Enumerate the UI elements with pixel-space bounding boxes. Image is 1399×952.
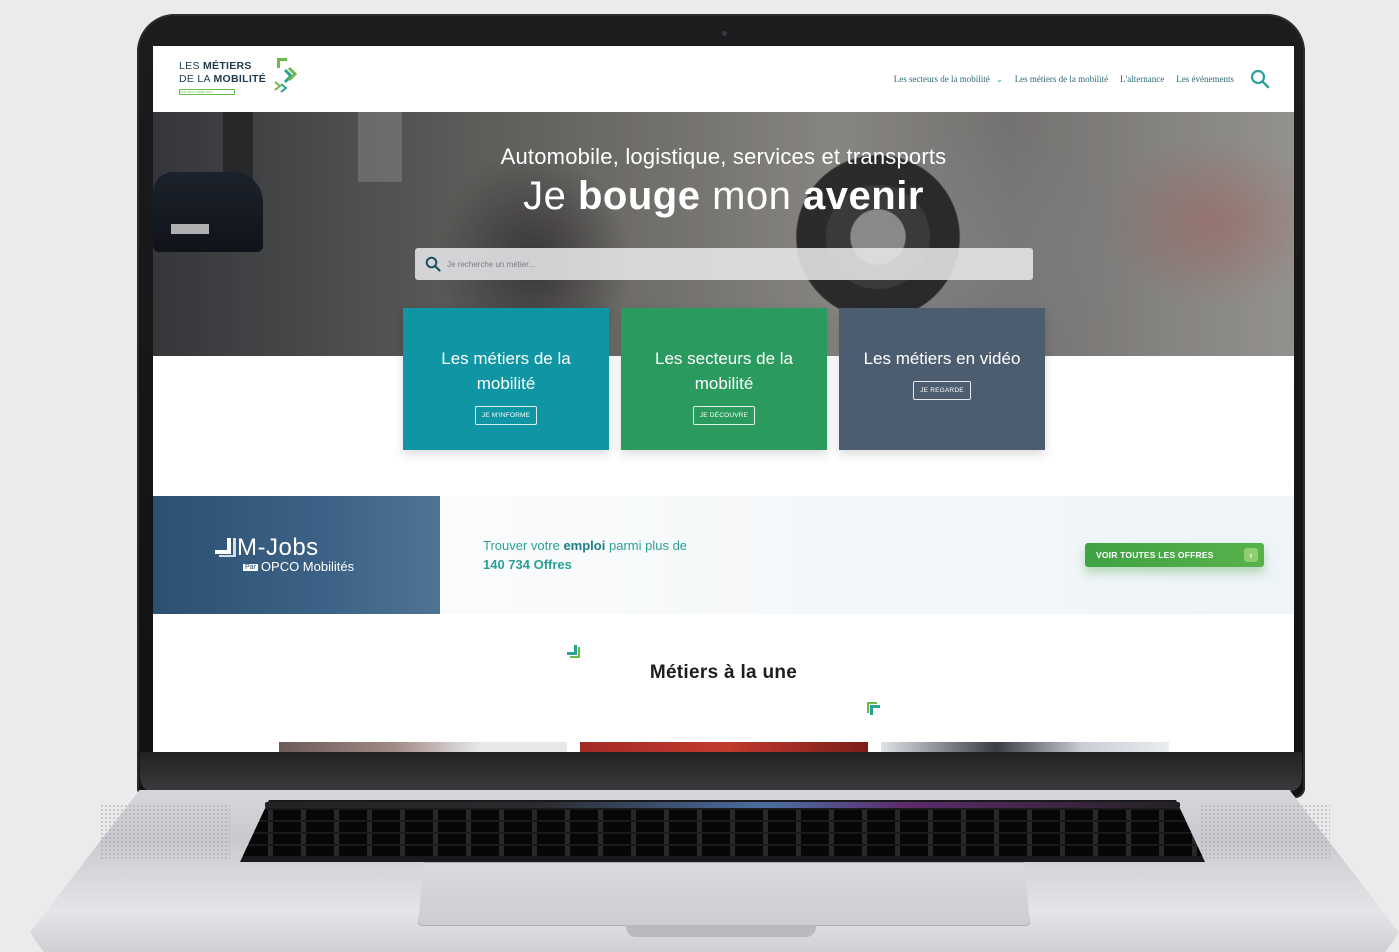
logo-text-bold-2: MOBILITÉ [213, 73, 267, 85]
camera-icon [722, 31, 727, 36]
nav-item-label: Les secteurs de la mobilité [893, 74, 990, 84]
chevron-down-icon: ⌄ [995, 75, 1003, 84]
featured-thumb[interactable] [881, 742, 1169, 752]
mjobs-name: M-Jobs [237, 534, 319, 561]
corner-bracket-icon [867, 702, 880, 715]
speaker-grille-right [1200, 804, 1330, 860]
card-title: Les secteurs de la mobilité [655, 349, 793, 393]
nav-item-evenements[interactable]: Les événements [1176, 74, 1234, 84]
logo-text-bold: MÉTIERS [202, 60, 252, 72]
job-search-bar [415, 248, 1033, 280]
mjobs-text: Trouver votre emploi parmi plus de 140 7… [483, 538, 688, 572]
laptop-lip [626, 925, 816, 937]
card-button-informe[interactable]: JE M'INFORME [474, 406, 538, 425]
card-secteurs[interactable]: Les secteurs de la mobilité JE DÉCOUVRE [621, 308, 827, 450]
mjobs-logo: M-Jobs Par OPCO Mobilités [213, 534, 354, 574]
logo-text-prefix: LES [179, 60, 200, 72]
nav-item-metiers[interactable]: Les métiers de la mobilité [1015, 74, 1108, 84]
search-icon[interactable] [1250, 69, 1270, 89]
hero-title: Je bouge mon avenir [523, 174, 924, 218]
site-header: LES MÉTIERS DE LA MOBILITÉ PAR OPCO MOBI… [153, 46, 1294, 112]
card-button-regarde[interactable]: JE REGARDE [913, 381, 971, 400]
category-cards: Les métiers de la mobilité JE M'INFORME … [403, 308, 1047, 450]
nav-item-secteurs[interactable]: Les secteurs de la mobilité ⌄ [894, 74, 1003, 84]
card-title: Les métiers de la mobilité [441, 349, 571, 393]
card-videos[interactable]: Les métiers en vidéo JE REGARDE [839, 308, 1045, 450]
offers-button-label: VOIR TOUTES LES OFFRES [1096, 550, 1214, 560]
keyboard [240, 800, 1205, 862]
speaker-grille-left [100, 804, 230, 860]
mjobs-org: OPCO Mobilités [260, 559, 355, 574]
logo-badge: PAR OPCO MOBILITÉS [179, 89, 235, 95]
corner-bracket-icon [567, 645, 580, 658]
offers-count: 140 734 Offres [483, 557, 572, 572]
logo-arrows-icon [274, 58, 298, 93]
card-button-decouvre[interactable]: JE DÉCOUVRE [692, 406, 756, 425]
card-metiers[interactable]: Les métiers de la mobilité JE M'INFORME [403, 308, 609, 450]
nav-item-alternance[interactable]: L'alternance [1120, 74, 1164, 84]
featured-title: Métiers à la une [649, 662, 798, 683]
chevron-right-icon: › [1244, 548, 1258, 562]
featured-thumb[interactable] [279, 742, 567, 752]
mjobs-bracket-icon [215, 538, 236, 557]
hero-subtitle: Automobile, logistique, services et tran… [500, 144, 947, 169]
search-icon[interactable] [425, 256, 441, 272]
screen: LES MÉTIERS DE LA MOBILITÉ PAR OPCO MOBI… [153, 46, 1294, 752]
logo-text-prefix-2: DE LA [179, 73, 211, 85]
card-title: Les métiers en vidéo [863, 349, 1021, 368]
mjobs-par-label: Par [243, 564, 258, 571]
mjobs-logo-panel[interactable]: M-Jobs Par OPCO Mobilités [153, 496, 440, 614]
job-search-input[interactable] [447, 259, 1007, 269]
site-logo[interactable]: LES MÉTIERS DE LA MOBILITÉ PAR OPCO MOBI… [179, 58, 299, 102]
featured-thumb[interactable] [580, 742, 868, 752]
view-all-offers-button[interactable]: VOIR TOUTES LES OFFRES › [1085, 543, 1264, 567]
main-nav: Les secteurs de la mobilité ⌄ Les métier… [894, 68, 1270, 90]
laptop-hinge [140, 752, 1302, 792]
trackpad [418, 862, 1030, 926]
touch-bar [265, 802, 1180, 808]
